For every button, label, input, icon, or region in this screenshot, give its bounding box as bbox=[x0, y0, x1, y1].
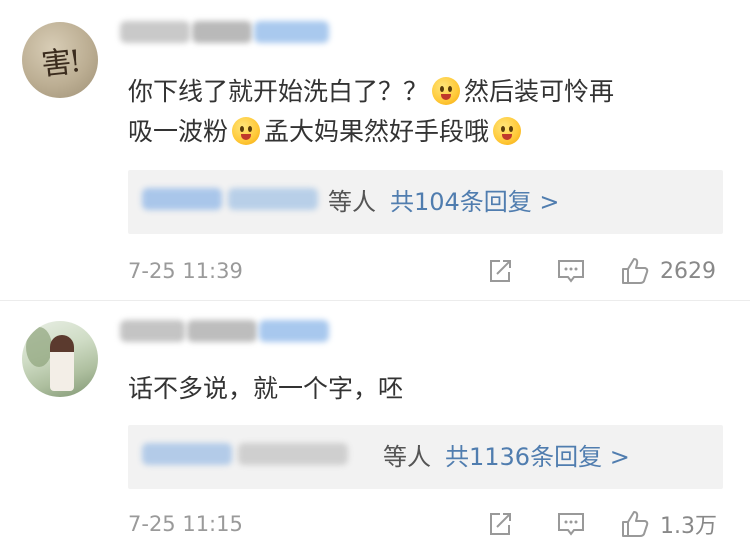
avatar-signature-image: 害! bbox=[39, 44, 82, 83]
like-count: 1.3万 bbox=[660, 514, 717, 539]
avatar[interactable] bbox=[22, 321, 98, 397]
like-button[interactable]: 2629 bbox=[620, 256, 716, 286]
reply-others-label: 等人 bbox=[328, 188, 376, 216]
username-blurred[interactable] bbox=[120, 313, 330, 349]
reply-count-link[interactable]: 共104条回复 > bbox=[390, 188, 560, 216]
share-button[interactable] bbox=[486, 256, 514, 286]
reply-summary[interactable]: 等人 共104条回复 > bbox=[128, 170, 723, 234]
reply-others-label: 等人 bbox=[383, 443, 431, 471]
shush-emoji bbox=[493, 117, 522, 145]
share-icon bbox=[490, 260, 511, 282]
scream-emoji bbox=[432, 77, 461, 105]
thumbs-up-icon bbox=[622, 258, 649, 284]
avatar[interactable]: 害! bbox=[22, 22, 98, 98]
reply-button[interactable] bbox=[556, 509, 586, 539]
comment-text-part: 你下线了就开始洗白了？？ bbox=[128, 77, 429, 106]
comment-text-part: 吸一波粉 bbox=[128, 117, 229, 146]
comment-item: 话不多说，就一个字，呸 等人 共1136条回复 > 7-25 11:15 1.3万 bbox=[0, 300, 750, 556]
reply-button[interactable] bbox=[556, 256, 586, 286]
replier-names-blurred bbox=[142, 188, 318, 210]
reply-summary[interactable]: 等人 共1136条回复 > bbox=[128, 425, 723, 489]
comment-item: 害! 你下线了就开始洗白了？？ 然后装可怜再 吸一波粉 孟大妈果然好手段哦 等人 共1… bbox=[0, 0, 750, 300]
comment-time: 7-25 11:15 bbox=[128, 512, 243, 536]
scream-emoji bbox=[232, 117, 261, 145]
replier-names-blurred bbox=[142, 443, 348, 465]
reply-count-link[interactable]: 共1136条回复 > bbox=[445, 443, 630, 471]
comment-text-part: 孟大妈果然好手段哦 bbox=[264, 117, 490, 146]
comment-text: 话不多说，就一个字，呸 bbox=[128, 374, 404, 403]
like-button[interactable]: 1.3万 bbox=[620, 509, 717, 539]
comment-time: 7-25 11:39 bbox=[128, 259, 243, 283]
comment-icon bbox=[558, 260, 584, 283]
comment-text-part: 然后装可怜再 bbox=[464, 77, 615, 106]
comment-meta: 7-25 11:15 1.3万 bbox=[128, 507, 726, 541]
thumbs-up-icon bbox=[622, 511, 649, 537]
share-icon bbox=[490, 513, 511, 535]
comment-text: 你下线了就开始洗白了？？ 然后装可怜再 吸一波粉 孟大妈果然好手段哦 bbox=[128, 72, 720, 152]
like-count: 2629 bbox=[660, 258, 716, 284]
share-button[interactable] bbox=[486, 509, 514, 539]
username-blurred[interactable] bbox=[120, 14, 330, 50]
comment-meta: 7-25 11:39 2629 bbox=[128, 254, 726, 288]
comment-icon bbox=[558, 513, 584, 536]
